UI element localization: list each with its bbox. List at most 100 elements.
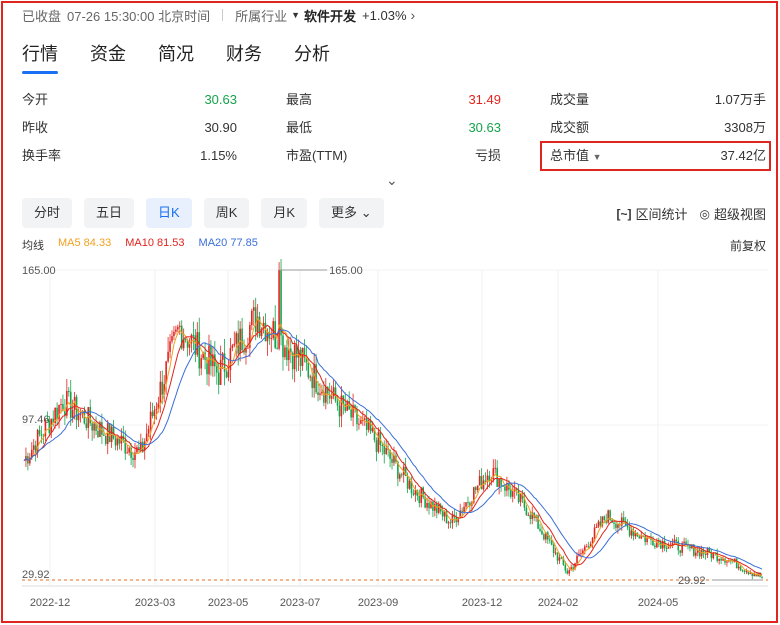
candle-body [272,321,275,339]
candle-body [325,387,327,403]
high-label: 最高 [286,92,313,107]
turnover-value: 1.15% [200,148,237,163]
candle-body [371,428,374,432]
tab-quote[interactable]: 行情 [22,40,58,74]
candle-body [704,553,707,556]
candle-body [654,545,656,548]
candle-body [467,502,469,504]
candle-body [657,541,660,543]
candle-body [476,485,479,490]
candle-body [128,448,130,453]
candle-body [319,393,321,395]
tab-profile[interactable]: 简况 [158,40,194,70]
period-five-day[interactable]: 五日 [84,198,135,228]
tab-finance[interactable]: 财务 [226,40,262,70]
candle-body [198,332,201,369]
candle-body [225,371,228,378]
candle-body [293,344,296,370]
period-intraday[interactable]: 分时 [22,198,73,228]
candle-body [541,530,543,535]
candle-body [498,478,500,487]
candle-body [251,310,253,326]
candle-body [332,387,335,396]
industry-label: 所属行业 [235,8,288,24]
period-more[interactable]: 更多 ⌄ [319,198,384,228]
prev-close-label: 昨收 [22,120,49,135]
metrics-row: 今开 30.63 最高 31.49 成交量 1.07万手 [22,90,770,110]
divider [222,9,224,21]
candle-body [330,395,333,399]
amount-value: 3308万 [724,120,766,135]
candle-body [221,353,224,360]
ma-legend-title: 均线 [22,240,44,252]
status-bar: 已收盘 07-26 15:30:00 北京时间 所属行业 ▼ 软件开发 +1.0… [22,6,415,24]
candle-body [97,430,99,437]
caret-down-icon: ▼ [291,10,301,20]
tab-funds[interactable]: 资金 [90,40,126,70]
candle-body [91,423,93,431]
expand-chevron-icon[interactable]: ⌄ [386,172,398,189]
candle-body [689,545,691,549]
candle-body [151,411,154,417]
ma20-legend: MA20 77.85 [198,237,258,249]
volume-value: 1.07万手 [714,92,766,107]
candle-body [679,550,682,553]
candle-body [344,404,347,411]
candle-body [38,430,41,435]
candle-body [169,341,171,352]
candle-body [550,540,553,545]
candle-body [543,534,545,540]
candle-body [554,552,557,554]
candle-body [32,445,35,450]
mktcap-highlight-box [540,141,771,171]
period-buttons: 分时 五日 日K 周K 月K 更多 ⌄ [22,198,396,228]
candle-body [418,495,421,503]
range-stats-button[interactable]: [~] 区间统计 [616,204,687,223]
candle-body [132,457,134,461]
period-daily-k[interactable]: 日K [146,198,192,228]
candle-body [683,541,685,544]
candle-body [617,524,619,528]
super-view-button[interactable]: ◎ 超级视图 [700,204,767,223]
candle-body [381,444,384,446]
candle-body [138,447,140,450]
candle-body [161,381,164,395]
tab-analysis[interactable]: 分析 [294,40,330,70]
candle-body [350,409,352,418]
period-weekly-k[interactable]: 周K [203,198,250,228]
candle-body [254,307,257,332]
candle-body [383,445,386,454]
adjust-restore-button[interactable]: 前复权 [730,237,766,254]
candle-body [685,541,687,544]
open-value: 30.63 [204,92,237,107]
x-tick-label: 2023-12 [462,597,502,609]
candle-body [665,548,668,550]
candle-body [173,331,175,337]
candle-body [539,528,541,531]
candle-body [428,502,430,509]
candle-body [60,404,62,406]
candle-body [317,392,319,395]
x-tick-label: 2023-03 [135,597,175,609]
period-monthly-k[interactable]: 月K [261,198,308,228]
candle-body [441,511,444,517]
chevron-right-icon[interactable]: › [411,7,416,23]
candle-body [408,480,411,489]
industry-name[interactable]: 软件开发 [304,6,356,25]
metrics-row: 昨收 30.90 最低 30.63 成交额 3308万 [22,118,770,138]
kline-chart[interactable]: 2022-12 2023-03 2023-05 2023-07 2023-09 2023-… [0,258,780,625]
candle-body [582,550,584,554]
candle-body [525,507,528,516]
candle-body [71,409,74,418]
main-tabs: 行情 资金 简况 财务 分析 [22,40,362,74]
open-label: 今开 [22,92,49,107]
candle-body [286,347,288,361]
ma-legend: 均线 MA5 84.33 MA10 81.53 MA20 77.85 [22,237,272,253]
candle-body [739,566,742,571]
candle-body [698,549,701,557]
candle-body [136,447,138,453]
candle-body [101,422,103,435]
chevron-down-icon: ⌄ [360,205,372,220]
candle-body [461,510,463,512]
super-view-label: 超级视图 [713,207,766,222]
